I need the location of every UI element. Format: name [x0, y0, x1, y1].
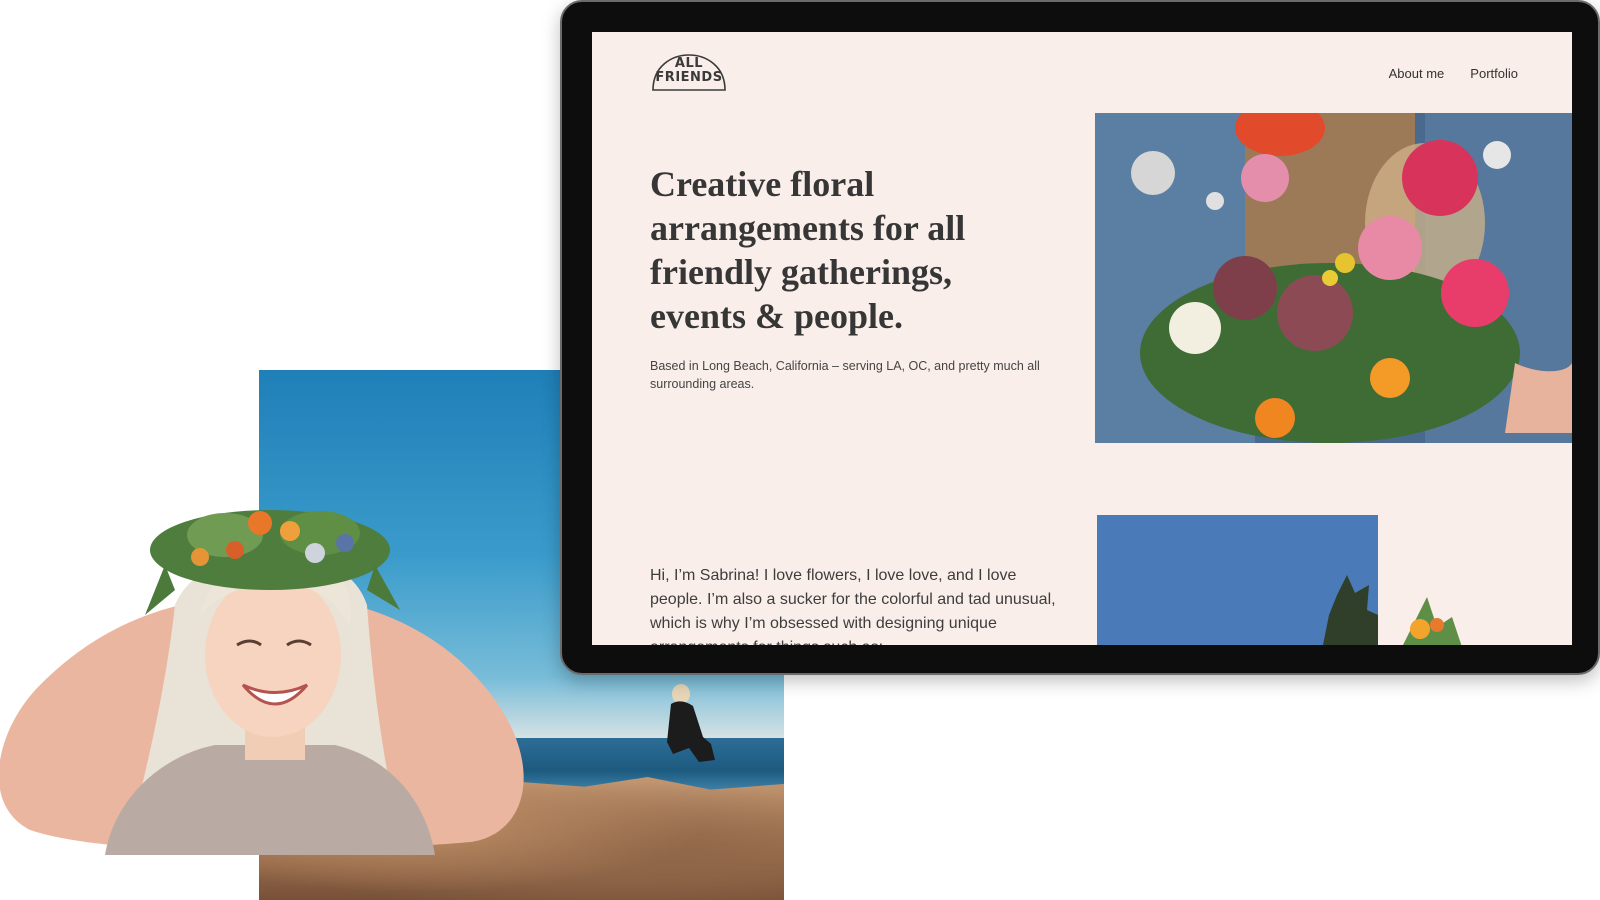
website-screen: ALL FRIENDS About me Portfolio Creative …	[592, 32, 1572, 645]
logo-text-line1: ALL	[674, 56, 704, 71]
hero-subtitle: Based in Long Beach, California – servin…	[650, 359, 1040, 391]
bouquet-photo	[1095, 113, 1572, 443]
logo-text-line2: FRIENDS	[655, 70, 723, 85]
sky-photo	[1097, 515, 1378, 645]
hero-heading: Creative floral arrangements for all fri…	[650, 164, 966, 336]
seated-person-figure	[667, 684, 715, 762]
desktop-monitor-frame: ALL FRIENDS About me Portfolio Creative …	[560, 0, 1600, 675]
all-friends-logo[interactable]: ALL FRIENDS	[650, 52, 728, 94]
nav-portfolio-link[interactable]: Portfolio	[1470, 66, 1518, 81]
flower-photo-partial	[1403, 597, 1462, 645]
sabrina-portrait	[105, 510, 435, 855]
nav-about-me-link[interactable]: About me	[1389, 66, 1445, 81]
bio-paragraph: Hi, I’m Sabrina! I love flowers, I love …	[650, 567, 1056, 645]
top-nav: About me Portfolio	[1389, 66, 1518, 81]
